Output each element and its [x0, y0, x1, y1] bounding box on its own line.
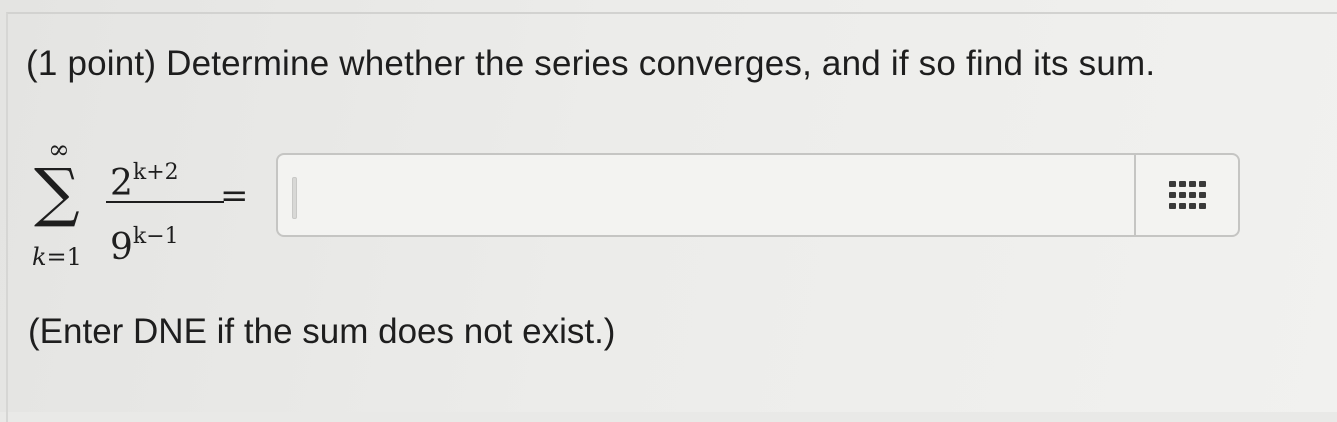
- numerator-exponent: k+2: [132, 160, 179, 185]
- sum-index-variable: k: [32, 243, 47, 271]
- fraction-numerator: 2k+2: [110, 155, 179, 202]
- sum-lower-limit: k=1: [32, 245, 82, 269]
- denominator-base: 9: [110, 227, 133, 268]
- problem-prompt: (1 point) Determine whether the series c…: [26, 44, 1156, 83]
- sum-lower-value: 1: [66, 243, 82, 271]
- sigma-symbol: ∑: [34, 156, 80, 230]
- answer-input[interactable]: [288, 165, 1128, 225]
- series-expression: ∞ ∑ k=1 2k+2 9k−1 =: [30, 135, 270, 275]
- answer-field-divider: [1134, 155, 1136, 235]
- denominator-exponent: k−1: [132, 224, 179, 249]
- answer-field-container: [276, 153, 1240, 237]
- fraction-bar: [106, 201, 224, 203]
- fraction-denominator: 9k−1: [110, 219, 179, 266]
- equals-sign: =: [220, 176, 249, 216]
- text-cursor: [292, 177, 297, 219]
- equation-editor-grid-icon[interactable]: [1169, 181, 1209, 209]
- sum-lower-equals: =: [46, 243, 67, 271]
- hint-text: (Enter DNE if the sum does not exist.): [28, 312, 616, 351]
- numerator-base: 2: [110, 163, 133, 204]
